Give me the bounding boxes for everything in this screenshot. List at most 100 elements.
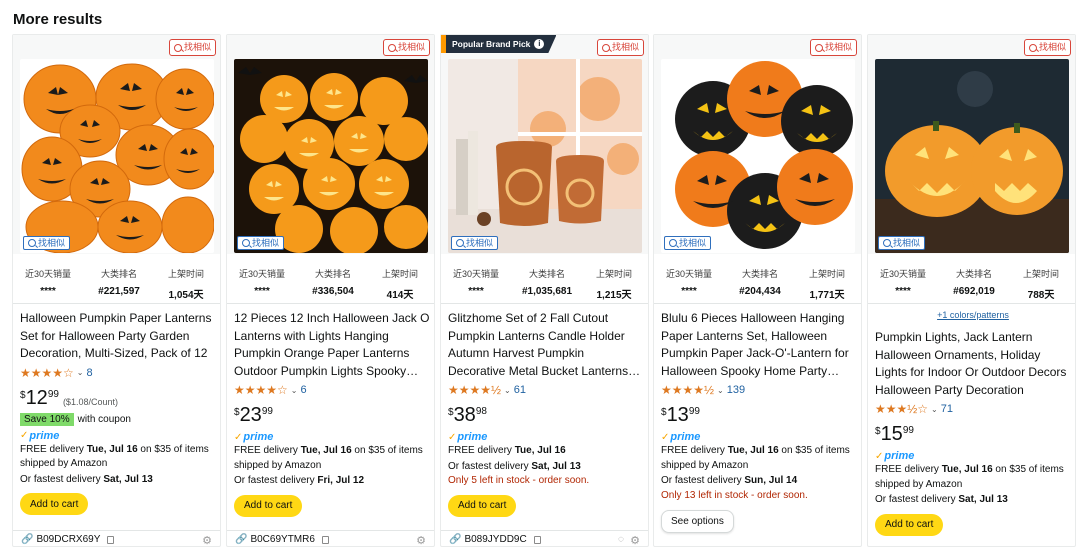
product-image-area[interactable]: 找相似 找相似 (868, 35, 1075, 254)
product-title[interactable]: Halloween Pumpkin Paper Lanterns Set for… (20, 310, 216, 363)
copy-icon[interactable] (107, 535, 115, 544)
see-options-button[interactable]: See options (661, 510, 734, 533)
stat-label: 大类排名 (100, 269, 137, 279)
stat-value: **** (254, 286, 270, 297)
product-image-area[interactable]: 找相似 找相似 Popular Brand Pick i (441, 35, 648, 254)
colors-patterns-link[interactable]: +1 colors/patterns (875, 310, 1071, 320)
product-image[interactable] (661, 59, 855, 253)
stat-value: 1,054天 (168, 290, 204, 301)
review-count[interactable]: 61 (514, 384, 526, 396)
chevron-down-icon: ⌄ (504, 385, 511, 395)
product-image[interactable] (20, 59, 214, 253)
stat-rank: 大类排名 #204,434 (726, 267, 794, 297)
product-title[interactable]: Pumpkin Lights, Jack Lantern Halloween O… (875, 329, 1071, 399)
page-title: More results (13, 11, 103, 28)
results-grid: 找相似 找相似 近30天销量 **** 大类排名 #221,597 上架时间 1,054天 Ha… (12, 34, 1076, 547)
add-to-cart-button[interactable]: Add to cart (448, 494, 517, 517)
product-image-area[interactable]: 找相似 找相似 (13, 35, 220, 254)
find-similar-image-button[interactable]: 找相似 (664, 236, 712, 250)
product-details: Halloween Pumpkin Paper Lanterns Set for… (20, 310, 216, 515)
star-rating-icon: ★★★★☆ (234, 383, 288, 397)
product-card[interactable]: 找相似 找相似 近30天销量 **** 大类排名 #692,019 上架时间 788天 +1 c… (867, 34, 1076, 547)
stat-listed: 上架时间 1,771天 (800, 267, 854, 301)
copy-icon[interactable] (321, 535, 329, 544)
coupon[interactable]: Save 10% with coupon (20, 412, 216, 426)
product-title[interactable]: Blulu 6 Pieces Halloween Hanging Paper L… (661, 310, 857, 380)
product-image[interactable] (234, 59, 428, 253)
review-count[interactable]: 8 (87, 367, 93, 379)
rating[interactable]: ★★★★½ ⌄ 61 (448, 382, 644, 398)
stat-value: #692,019 (953, 286, 995, 297)
delivery-info: FREE delivery Tue, Jul 16 on $35 of item… (20, 443, 209, 470)
find-similar-button[interactable]: 找相似 (809, 39, 857, 56)
product-image[interactable] (448, 59, 642, 253)
product-image[interactable] (875, 59, 1069, 253)
product-image-area[interactable]: 找相似 找相似 (227, 35, 434, 254)
stat-value: #221,597 (98, 286, 140, 297)
find-similar-button[interactable]: 找相似 (382, 39, 430, 56)
product-card[interactable]: 找相似 找相似 Popular Brand Pick i 近30天销量 **** 大类排名 #… (440, 34, 649, 547)
find-similar-button[interactable]: 找相似 (1023, 39, 1071, 56)
gear-icon[interactable]: ⚙ (202, 534, 212, 547)
divider (868, 303, 1075, 304)
find-similar-button[interactable]: 找相似 (168, 39, 216, 56)
stat-label: 上架时间 (167, 269, 204, 279)
rating[interactable]: ★★★★☆ ⌄ 6 (234, 382, 430, 398)
product-image-area[interactable]: 找相似 找相似 (654, 35, 861, 254)
prime-logo: ✓ prime (234, 431, 274, 443)
product-title[interactable]: Glitzhome Set of 2 Fall Cutout Pumpkin L… (448, 310, 644, 380)
rating[interactable]: ★★★★☆ ⌄ 8 (20, 365, 216, 381)
prime-check-icon: ✓ (875, 450, 884, 462)
link-icon: 🔗 (21, 534, 34, 545)
find-similar-image-button[interactable]: 找相似 (451, 236, 499, 250)
asin-row: 🔗 B089JYDD9C ◌ ⚙ (441, 530, 648, 548)
review-count[interactable]: 139 (727, 384, 745, 396)
review-count[interactable]: 71 (941, 403, 953, 415)
stat-value: 1,771天 (809, 290, 845, 301)
copy-icon[interactable] (533, 535, 541, 544)
search-icon (601, 43, 610, 52)
price: $38 98 (448, 404, 487, 426)
asin[interactable]: B09DCRX69Y (36, 534, 100, 545)
add-to-cart-button[interactable]: Add to cart (875, 513, 944, 536)
star-rating-icon: ★★★★½ (661, 383, 715, 397)
product-card[interactable]: 找相似 找相似 近30天销量 **** 大类排名 #204,434 上架时间 1,771天 Bl… (653, 34, 862, 547)
stat-listed: 上架时间 1,215天 (587, 267, 641, 301)
stat-label: 近30天销量 (238, 269, 285, 279)
stock-warning: Only 13 left in stock - order soon. (661, 489, 808, 501)
stat-label: 大类排名 (955, 269, 992, 279)
product-card[interactable]: 找相似 找相似 近30天销量 **** 大类排名 #336,504 上架时间 414天 12 P… (226, 34, 435, 547)
find-similar-image-button[interactable]: 找相似 (878, 236, 926, 250)
product-title[interactable]: 12 Pieces 12 Inch Halloween Jack O Lante… (234, 310, 430, 380)
gear-icon[interactable]: ⚙ (630, 534, 640, 547)
divider (654, 303, 861, 304)
stat-label: 近30天销量 (665, 269, 712, 279)
delivery-info: FREE delivery Tue, Jul 16 (448, 445, 566, 456)
gear-icon[interactable]: ⚙ (416, 534, 426, 547)
stat-sales30: 近30天销量 **** (664, 267, 714, 297)
rating[interactable]: ★★★★½ ⌄ 139 (661, 382, 857, 398)
stat-sales30: 近30天销量 **** (451, 267, 501, 297)
info-icon[interactable]: i (534, 39, 545, 49)
rating[interactable]: ★★★½☆ ⌄ 71 (875, 401, 1071, 417)
find-similar-image-button[interactable]: 找相似 (237, 236, 285, 250)
link-icon: 🔗 (235, 534, 248, 545)
stat-rank: 大类排名 #336,504 (299, 267, 367, 297)
stat-label: 近30天销量 (452, 269, 499, 279)
add-to-cart-button[interactable]: Add to cart (234, 494, 303, 517)
asin[interactable]: B089JYDD9C (464, 534, 526, 545)
find-similar-button[interactable]: 找相似 (596, 39, 644, 56)
find-similar-image-button[interactable]: 找相似 (23, 236, 71, 250)
review-count[interactable]: 6 (301, 384, 307, 396)
star-rating-icon: ★★★★☆ (20, 365, 74, 380)
asin[interactable]: B0C69YTMR6 (250, 534, 314, 545)
stat-sales30: 近30天销量 **** (878, 267, 928, 297)
product-card[interactable]: 找相似 找相似 近30天销量 **** 大类排名 #221,597 上架时间 1,054天 Ha… (12, 34, 221, 547)
stock-warning: Only 5 left in stock - order soon. (448, 475, 590, 486)
fastest-delivery-info: Or fastest delivery Fri, Jul 12 (234, 475, 365, 486)
stat-value: **** (895, 286, 911, 297)
stat-rank: 大类排名 #692,019 (940, 267, 1008, 297)
stat-label: 大类排名 (314, 269, 351, 279)
fastest-delivery-info: Or fastest delivery Sat, Jul 13 (448, 460, 581, 472)
add-to-cart-button[interactable]: Add to cart (20, 493, 89, 515)
